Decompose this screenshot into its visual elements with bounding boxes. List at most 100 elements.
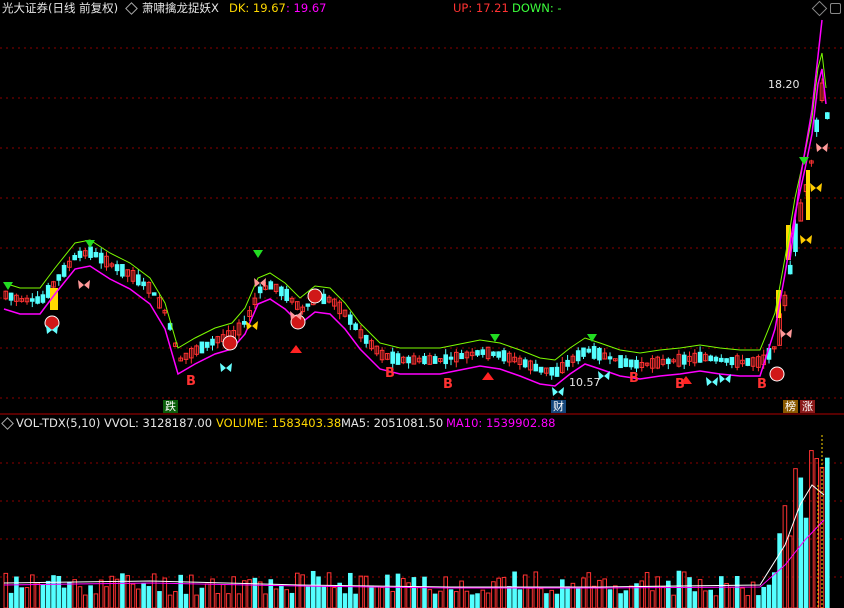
- volume-bar: [257, 581, 263, 608]
- volume-bar: [401, 577, 406, 608]
- candle-body: [628, 359, 634, 368]
- sell-triangle-icon: [3, 282, 13, 290]
- event-badge-zhang[interactable]: 涨: [800, 400, 815, 413]
- price-chart[interactable]: BBB B B B: [0, 0, 844, 415]
- signal-bar: [806, 170, 810, 220]
- volume-bar: [125, 575, 131, 608]
- volume-bar: [300, 574, 305, 608]
- volume-bar: [761, 586, 767, 608]
- volume-bar: [544, 593, 549, 608]
- volume-bar: [528, 587, 533, 608]
- volume-chart[interactable]: [0, 415, 844, 608]
- event-badge-die[interactable]: 跌: [163, 400, 178, 413]
- candle-body: [581, 347, 586, 357]
- buy-triangle-icon: [290, 345, 302, 353]
- volume-bar: [713, 595, 719, 608]
- volume-bar: [305, 586, 311, 608]
- volume-bar: [204, 583, 210, 608]
- candle-body: [395, 353, 401, 365]
- volume-bar: [565, 586, 570, 608]
- butterfly-icon: [220, 363, 232, 372]
- volume-bar: [14, 576, 19, 608]
- volume-bar: [353, 593, 358, 608]
- candle-body: [390, 351, 395, 364]
- candle-body: [522, 359, 528, 368]
- volume-bar: [586, 572, 592, 608]
- volume-bar: [623, 590, 629, 608]
- volume-bar: [24, 587, 30, 608]
- volume-bar: [88, 585, 93, 608]
- sell-triangle-icon: [587, 334, 597, 342]
- indicator-name[interactable]: 萧啸擒龙捉妖X: [142, 1, 219, 15]
- volume-bar: [348, 572, 353, 608]
- volume-bar: [236, 593, 242, 608]
- dk-label: DK: 19.67: [229, 1, 286, 15]
- band-line-lower-extension: [789, 19, 823, 261]
- event-badge-bang[interactable]: 榜: [783, 400, 798, 413]
- volume-bar: [157, 591, 162, 608]
- volume-bar: [390, 590, 395, 608]
- volume-bar: [167, 594, 173, 608]
- volume-bar: [231, 576, 236, 608]
- volume-bar: [358, 575, 364, 608]
- butterfly-icon: [810, 183, 822, 192]
- candle-body: [77, 250, 83, 258]
- volume-bar: [395, 573, 401, 608]
- volume-bar: [655, 576, 661, 608]
- candle-body: [697, 351, 703, 363]
- candle-body: [586, 348, 592, 353]
- candle-body: [623, 358, 629, 367]
- candle-body: [61, 264, 67, 277]
- volume-bar: [639, 580, 645, 608]
- volume-bar: [51, 575, 56, 608]
- candle-body: [199, 341, 205, 354]
- volume-bar: [19, 587, 24, 608]
- candle-body: [279, 286, 284, 297]
- candle-body: [93, 251, 99, 258]
- volume-bar: [597, 579, 602, 608]
- volume-bar: [210, 578, 215, 608]
- volume-bar: [8, 592, 14, 608]
- ma5-value: MA5: 2051081.50: [341, 416, 444, 430]
- volume-bar: [666, 580, 671, 608]
- volume-bar: [438, 590, 443, 608]
- volume-bar: [740, 587, 745, 608]
- buy-signal-letter: B: [757, 377, 767, 392]
- volume-bar: [491, 581, 496, 608]
- volume-bar: [671, 594, 676, 608]
- volume-bar: [385, 574, 390, 608]
- volume-bar: [279, 585, 284, 608]
- volume-bar: [459, 580, 464, 608]
- butterfly-icon: [800, 235, 812, 244]
- volume-bar: [326, 572, 332, 608]
- volume-bar: [215, 592, 221, 608]
- candle-body: [565, 359, 570, 367]
- volume-bar: [141, 582, 146, 608]
- candle-body: [98, 252, 104, 264]
- volume-bar: [766, 584, 772, 608]
- sell-triangle-icon: [253, 250, 263, 258]
- security-title: 光大证券(日线 前复权): [2, 1, 119, 15]
- candle-body: [406, 356, 411, 364]
- candle-body: [242, 321, 247, 325]
- volume-bar: [35, 582, 40, 608]
- candle-body: [141, 281, 146, 287]
- event-badge-cai[interactable]: 财: [551, 400, 566, 413]
- candle-body: [353, 323, 358, 330]
- band-line-upper: [3, 52, 827, 361]
- candle-body: [257, 286, 263, 294]
- candle-body: [72, 255, 78, 261]
- square-icon[interactable]: [830, 3, 841, 14]
- candle-body: [136, 274, 141, 286]
- candle-body: [305, 303, 311, 307]
- volume-bar: [310, 570, 316, 608]
- volume-bar: [30, 574, 35, 608]
- volume-bar: [475, 593, 480, 608]
- candle-body: [321, 293, 327, 305]
- volume-indicator-name[interactable]: VOL-TDX(5,10): [16, 416, 100, 430]
- candle-body: [363, 334, 369, 344]
- volume-bar: [83, 594, 88, 608]
- volume-bar: [3, 572, 9, 608]
- candle-body: [432, 356, 438, 364]
- volume-bar: [67, 581, 72, 608]
